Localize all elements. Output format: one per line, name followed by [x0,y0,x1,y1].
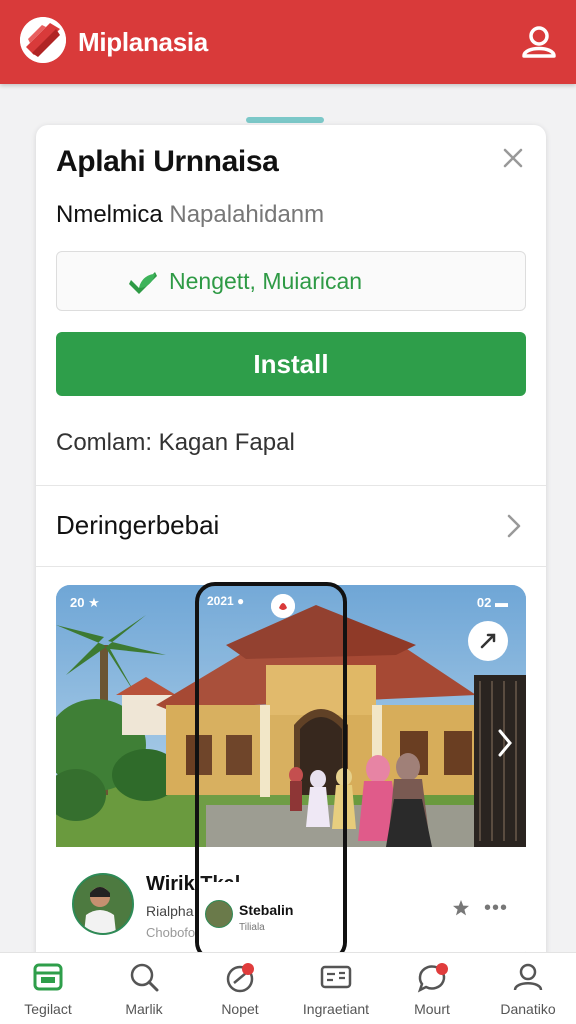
verified-text: Nengett, Muiarican [169,268,363,294]
nav-label: Ingraetiant [302,1001,370,1017]
store-icon [32,961,64,993]
close-icon[interactable] [498,143,528,173]
search-icon [128,961,160,993]
app-bar: Miplanasia [0,0,576,84]
nav-label: Mourt [414,1001,450,1017]
notes-icon [224,961,256,993]
phone-profile-card: Stebalin Tiliala [199,882,343,958]
subtitle-main: Nmelmica [56,201,163,228]
sheet-subtitle: Nmelmica Napalahidanm [56,201,324,229]
chevron-right-icon[interactable] [494,725,516,761]
profile-line-1: Rialpha [146,903,194,919]
bottom-nav: Tegilact Marlik Nopet Ingraetiant Mourt … [0,952,576,1024]
nav-item-profile[interactable]: Danatiko [480,953,576,1024]
sheet-drag-handle[interactable] [246,117,324,123]
details-row[interactable]: Deringerbebai [36,486,546,566]
person-icon [512,961,544,993]
install-button[interactable]: Install [56,332,526,396]
nav-item-search[interactable]: Marlik [96,953,192,1024]
phone-frame-preview: 2021 ● Stebalin Tiliala [195,582,347,962]
sheet-title: Aplahi Urnnaisa [56,145,279,178]
subtitle-muted: Napalahidanm [169,201,325,228]
share-icon[interactable] [468,621,508,661]
nav-label: Tegilact [24,1001,72,1017]
nav-item-chat[interactable]: Mourt [384,953,480,1024]
status-time: 20 ★ [70,595,100,610]
nav-label: Nopet [221,1001,259,1017]
check-leaf-icon [127,266,159,298]
app-logo-icon [20,17,66,63]
contains-text: Comlam: Kagan Fapal [56,429,295,456]
chevron-right-icon [504,512,524,540]
nav-item-notes[interactable]: Nopet [192,953,288,1024]
nav-label: Marlik [125,1001,163,1017]
profile-icon[interactable] [520,22,558,60]
avatar [72,873,134,935]
star-icon[interactable] [452,899,470,917]
nav-item-cards[interactable]: Ingraetiant [288,953,384,1024]
nav-label: Danatiko [500,1001,556,1017]
chat-icon [416,961,448,993]
more-icon[interactable]: ••• [484,897,508,920]
phone-profile-sub: Tiliala [239,922,265,933]
verified-badge: Nengett, Muiarican [56,251,526,311]
record-icon [271,594,295,618]
phone-status: 2021 ● [207,594,245,608]
phone-profile-name: Stebalin [239,902,294,918]
cards-icon [320,961,352,993]
app-title: Miplanasia [78,27,208,57]
divider [36,566,546,567]
status-battery: 02 ▬ [476,595,508,610]
avatar [205,900,233,928]
details-label: Deringerbebai [56,510,220,540]
nav-item-store[interactable]: Tegilact [0,953,96,1024]
